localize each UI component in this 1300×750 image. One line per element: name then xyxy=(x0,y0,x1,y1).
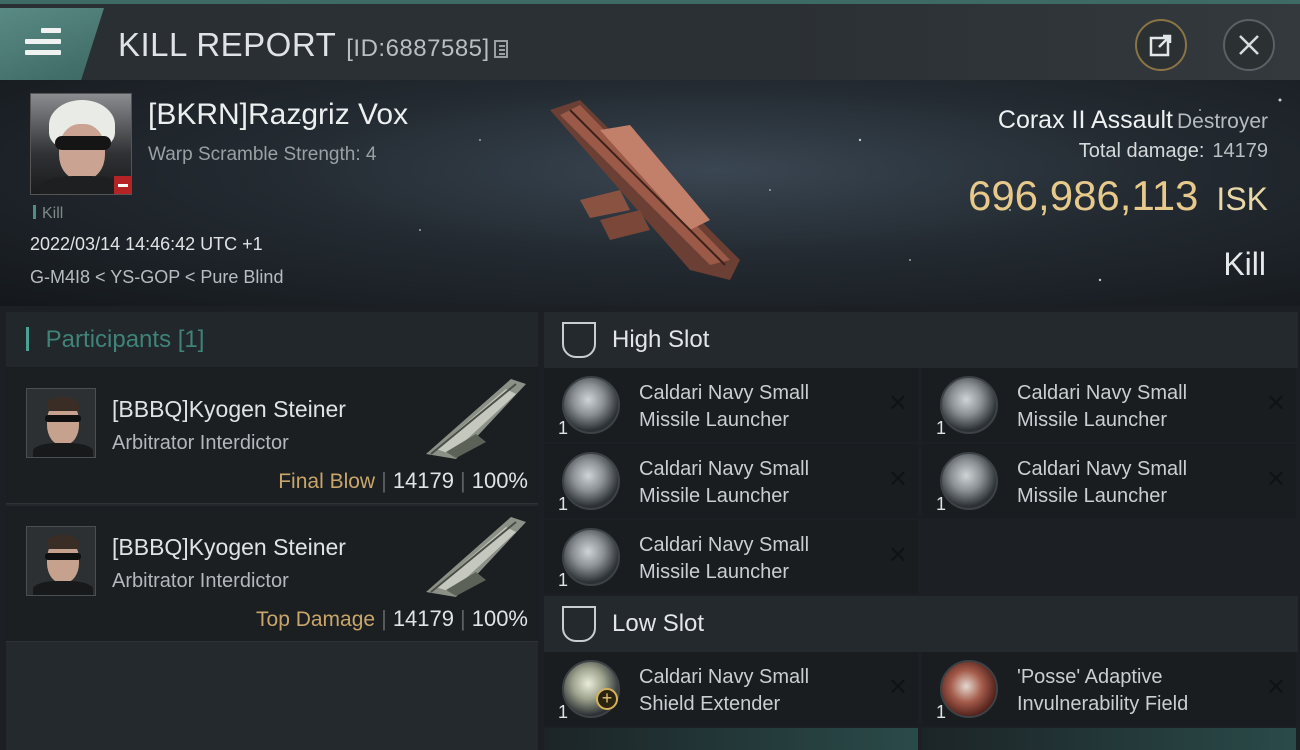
title-text: KILL REPORT xyxy=(118,26,337,63)
module-item[interactable]: + 1 Caldari Navy Small Shield Extender xyxy=(544,652,918,726)
module-item[interactable]: 1 'Posse' Adaptive Invulnerability Field xyxy=(922,652,1296,726)
total-damage-label: Total damage: xyxy=(1078,140,1205,162)
participant-card[interactable]: [BBBQ]Kyogen Steiner Arbitrator Interdic… xyxy=(6,506,538,642)
total-damage: Total damage: 14179 xyxy=(1079,140,1268,163)
module-item[interactable]: 1 Caldari Navy Small Missile Launcher xyxy=(922,444,1296,518)
victim-ship-image xyxy=(540,90,760,295)
participant-name: [BBBQ]Kyogen Steiner xyxy=(112,534,346,560)
destroyed-x-icon xyxy=(888,468,908,492)
module-name: Caldari Navy Small Shield Extender xyxy=(639,666,810,715)
copy-icon[interactable] xyxy=(493,40,508,58)
participants-header: Participants [1] xyxy=(6,312,538,368)
ship-type: Corax II Assault Destroyer xyxy=(998,106,1268,135)
close-icon xyxy=(1239,35,1259,55)
participant-ship: Arbitrator Interdictor xyxy=(112,432,289,454)
module-quantity: 1 xyxy=(558,494,569,514)
participant-percent: 100% xyxy=(471,468,528,493)
module-item[interactable]: 1 Caldari Navy Small Missile Launcher xyxy=(544,444,918,518)
participant-ship-image xyxy=(416,374,536,469)
participant-damage: 14179 xyxy=(392,468,454,493)
participant-card[interactable]: [BBBQ]Kyogen Steiner Arbitrator Interdic… xyxy=(6,368,538,504)
victim-name[interactable]: [BKRN]Razgriz Vox xyxy=(148,98,408,132)
participant-tag: Top Damage xyxy=(256,608,376,631)
destroyed-x-icon xyxy=(1266,392,1286,416)
header-bar: KILL REPORT [ID:6887585] xyxy=(0,0,1300,80)
share-icon xyxy=(1149,34,1172,57)
participant-percent: 100% xyxy=(471,606,528,631)
missile-launcher-icon xyxy=(940,452,998,510)
module-item[interactable]: 1 Caldari Navy Small Missile Launcher xyxy=(544,368,918,442)
close-button[interactable] xyxy=(1223,19,1275,71)
isk-unit: ISK xyxy=(1216,181,1268,217)
module-name: Caldari Navy Small Missile Launcher xyxy=(639,534,810,583)
module-name: Caldari Navy Small Missile Launcher xyxy=(639,458,810,507)
total-damage-value: 14179 xyxy=(1212,140,1268,162)
missile-launcher-icon xyxy=(940,376,998,434)
ship-class: Destroyer xyxy=(1176,110,1268,133)
participant-name: [BBBQ]Kyogen Steiner xyxy=(112,396,346,422)
isk-value: 696,986,113 ISK xyxy=(968,172,1268,220)
module-quantity: 1 xyxy=(936,418,947,438)
participant-ship: Arbitrator Interdictor xyxy=(112,570,289,592)
invulnerability-field-icon xyxy=(940,660,998,718)
participant-avatar[interactable] xyxy=(26,526,96,596)
participant-stats: Final Blow | 14179 | 100% xyxy=(278,468,528,493)
standing-badge xyxy=(114,176,132,194)
low-slot-icon xyxy=(562,606,596,642)
missile-launcher-icon xyxy=(562,528,620,586)
participants-count: [1] xyxy=(177,326,205,353)
kill-location[interactable]: G-M4I8 < YS-GOP < Pure Blind xyxy=(30,267,283,288)
page-title: KILL REPORT [ID:6887585] xyxy=(118,26,508,64)
participant-tag: Final Blow xyxy=(278,470,376,493)
module-quantity: 1 xyxy=(558,570,569,590)
participant-avatar[interactable] xyxy=(26,388,96,458)
module-name: Caldari Navy Small Missile Launcher xyxy=(639,382,810,431)
module-quantity: 1 xyxy=(558,418,569,438)
high-slot-icon xyxy=(562,322,596,358)
destroyed-x-icon xyxy=(888,544,908,568)
destroyed-x-icon xyxy=(888,392,908,416)
isk-amount: 696,986,113 xyxy=(967,172,1199,219)
kill-tag: Kill xyxy=(33,205,63,223)
plus-icon: + xyxy=(596,688,618,710)
high-slot-title: High Slot xyxy=(612,326,710,353)
module-quantity: 1 xyxy=(936,702,947,722)
module-name: 'Posse' Adaptive Invulnerability Field xyxy=(1017,666,1189,715)
participant-ship-image xyxy=(416,512,536,607)
module-item[interactable]: 1 Caldari Navy Small Missile Launcher xyxy=(544,520,918,594)
missile-launcher-icon xyxy=(562,376,620,434)
kill-result: Kill xyxy=(1223,246,1266,282)
destroyed-x-icon xyxy=(888,676,908,700)
destroyed-x-icon xyxy=(1266,468,1286,492)
ship-name[interactable]: Corax II Assault xyxy=(998,106,1173,134)
module-name: Caldari Navy Small Missile Launcher xyxy=(1017,382,1188,431)
victim-subtitle: Warp Scramble Strength: 4 xyxy=(148,144,377,165)
module-name: Caldari Navy Small Missile Launcher xyxy=(1017,458,1188,507)
participant-stats: Top Damage | 14179 | 100% xyxy=(256,606,528,631)
module-item-partial[interactable] xyxy=(922,728,1296,750)
participants-panel: Participants [1] [BBBQ]Kyogen Steiner Ar… xyxy=(6,312,538,750)
kill-datetime: 2022/03/14 14:46:42 UTC +1 xyxy=(30,234,263,254)
module-item-partial[interactable] xyxy=(544,728,918,750)
report-id: [ID:6887585] xyxy=(346,35,490,62)
low-slot-header: Low Slot xyxy=(544,596,1298,652)
low-slot-title: Low Slot xyxy=(612,610,705,637)
menu-tab[interactable] xyxy=(0,8,104,80)
participants-title: Participants xyxy=(45,326,172,353)
module-quantity: 1 xyxy=(558,702,569,722)
module-item[interactable]: 1 Caldari Navy Small Missile Launcher xyxy=(922,368,1296,442)
module-quantity: 1 xyxy=(936,494,947,514)
high-slot-header: High Slot xyxy=(544,312,1298,368)
missile-launcher-icon xyxy=(562,452,620,510)
share-button[interactable] xyxy=(1135,19,1187,71)
destroyed-x-icon xyxy=(1266,676,1286,700)
victim-summary: [BKRN]Razgriz Vox Warp Scramble Strength… xyxy=(0,80,1300,306)
hamburger-menu-icon[interactable] xyxy=(25,28,61,58)
participant-damage: 14179 xyxy=(392,606,454,631)
